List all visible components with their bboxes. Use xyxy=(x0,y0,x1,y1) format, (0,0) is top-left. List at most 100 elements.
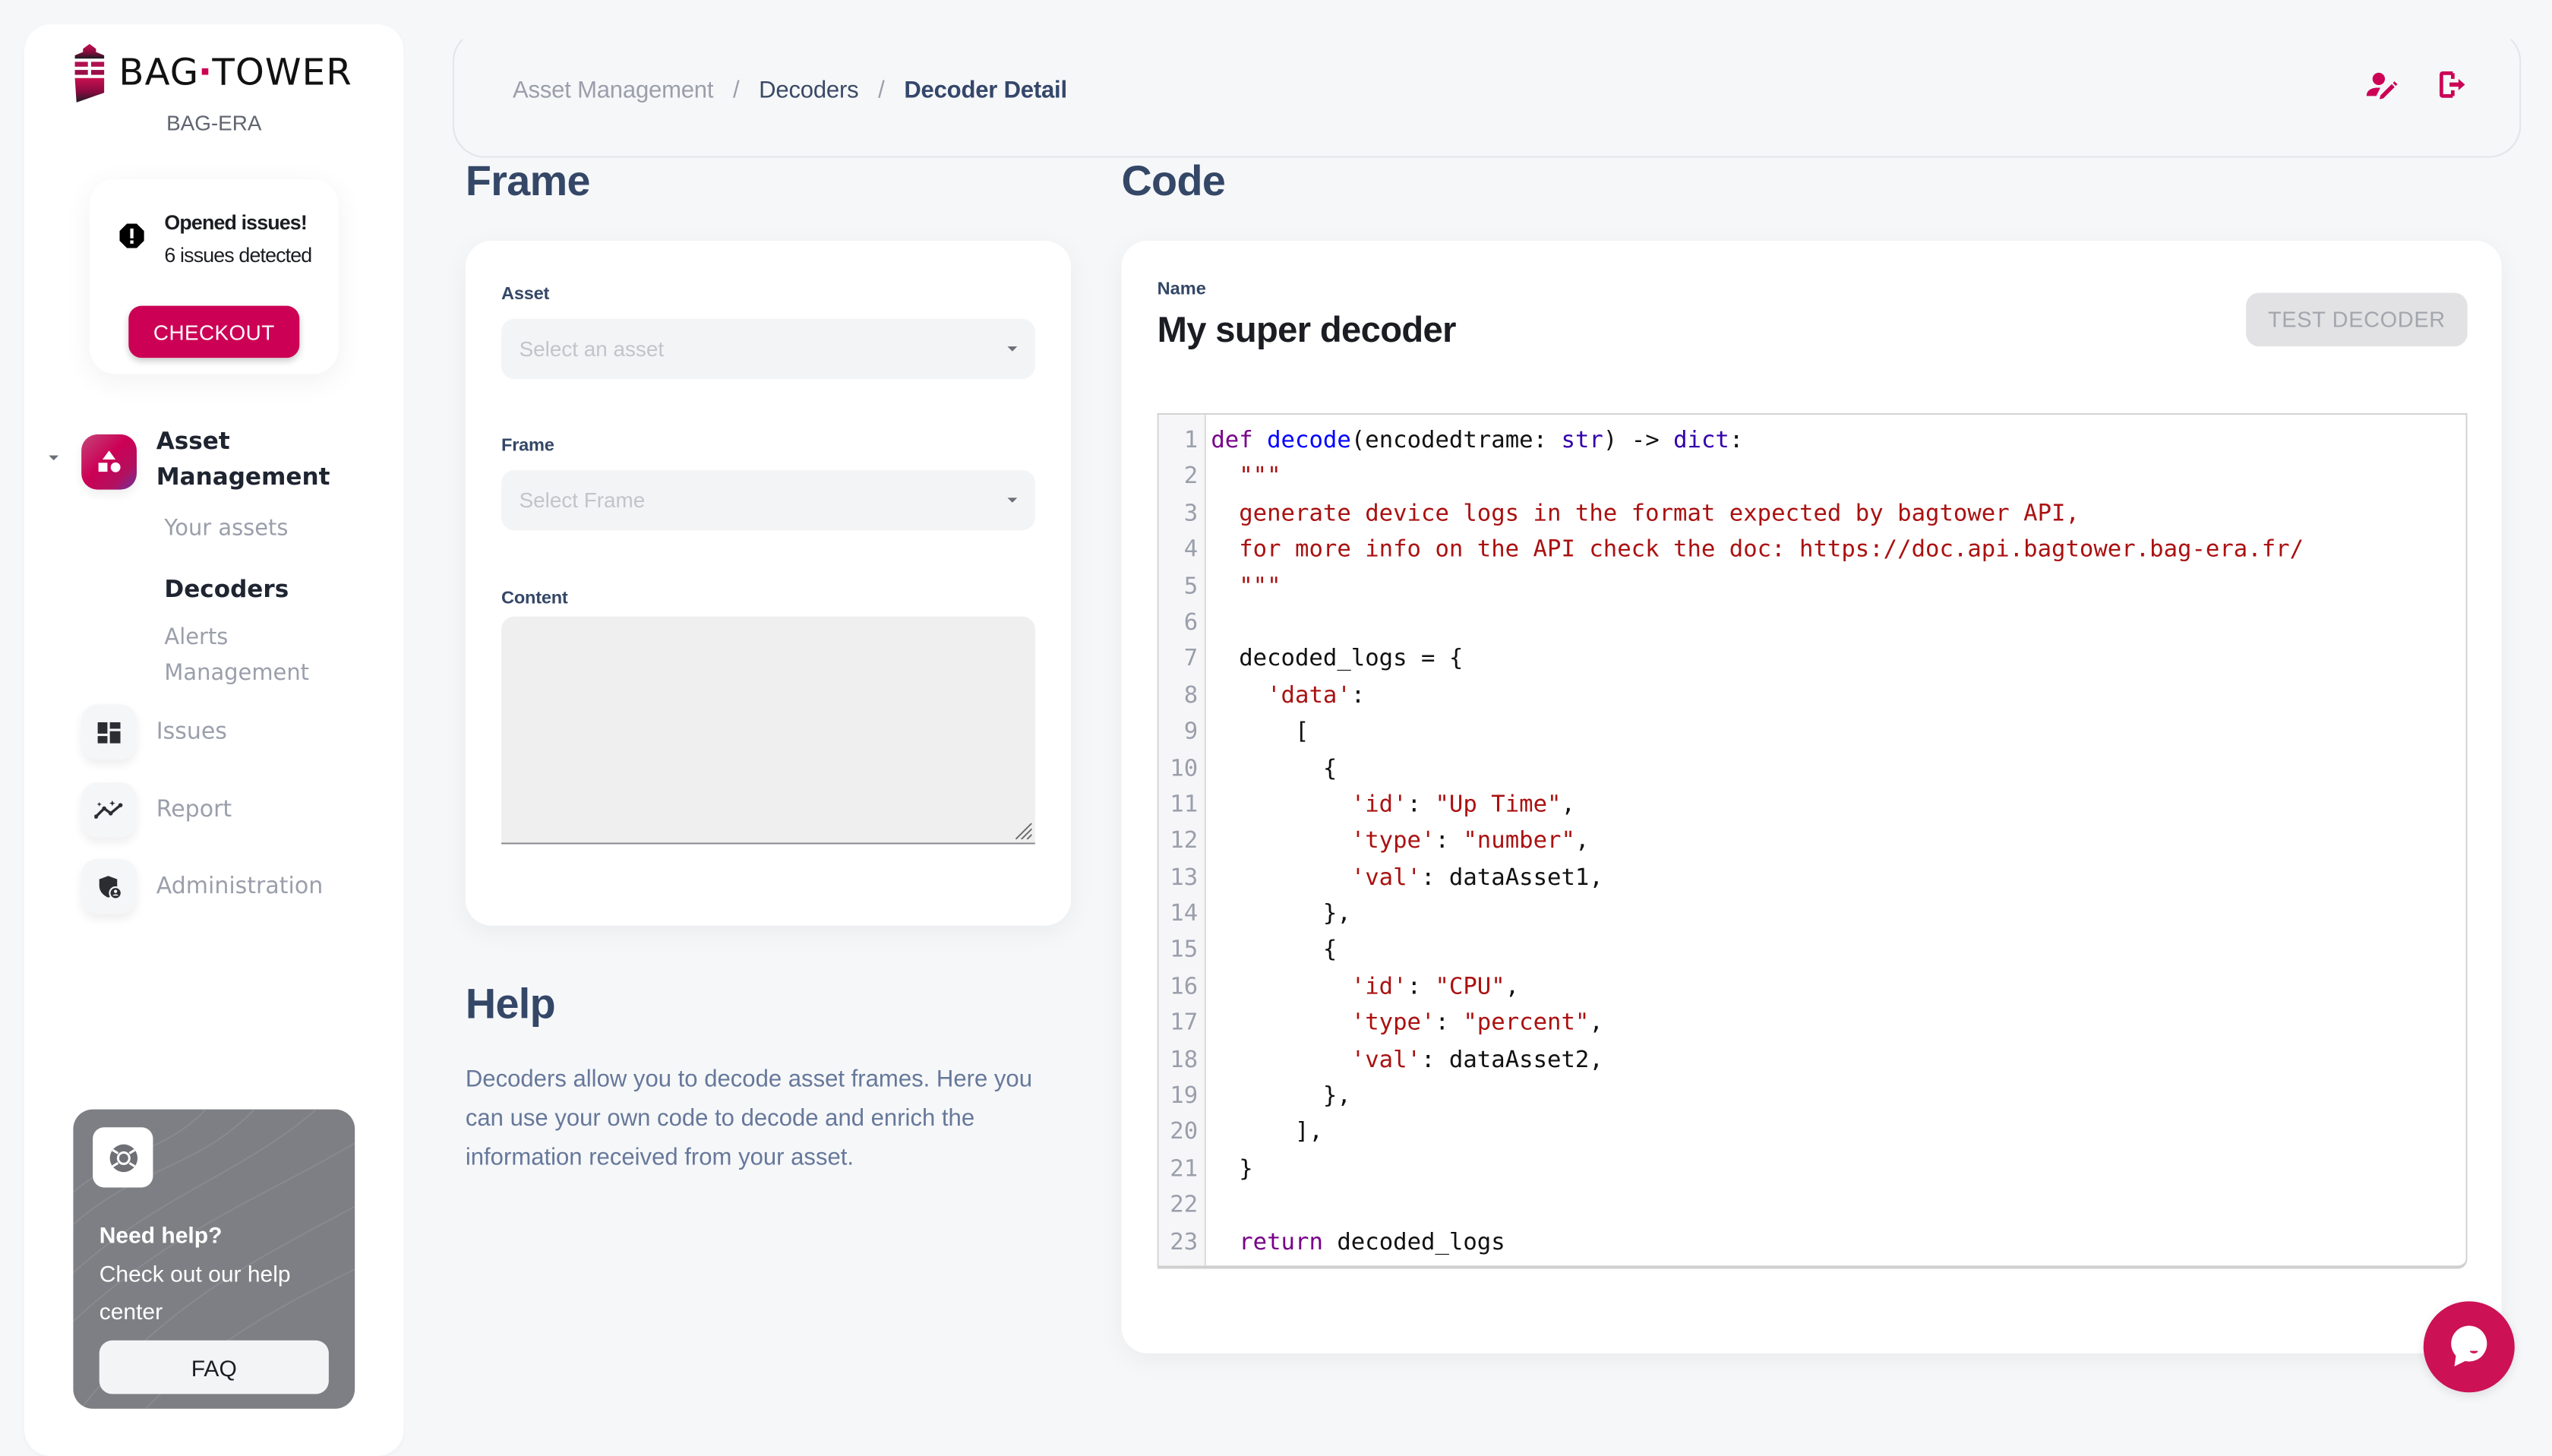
line-number: 5 xyxy=(1183,573,1199,600)
code-line[interactable]: 2 """ xyxy=(1159,460,2466,496)
code-line[interactable]: 7 decoded_logs = { xyxy=(1159,642,2466,678)
chat-widget-button[interactable] xyxy=(2423,1301,2515,1393)
code-line[interactable]: 21 } xyxy=(1159,1151,2466,1188)
code-line[interactable]: 6 xyxy=(1159,605,2466,642)
breadcrumb: Asset Management / Decoders / Decoder De… xyxy=(513,78,1067,104)
frame-section-title: Frame xyxy=(465,156,591,205)
sidebar-item-issues-label: Issues xyxy=(156,719,227,745)
breadcrumb-decoder-detail: Decoder Detail xyxy=(904,77,1067,105)
code-line[interactable]: 19 }, xyxy=(1159,1079,2466,1115)
sidebar-item-administration[interactable]: Administration xyxy=(81,858,324,914)
brand-wordmark: BAG TOWER xyxy=(118,52,352,95)
logout-button[interactable] xyxy=(2435,67,2471,103)
sidebar-subitem-alerts-management[interactable]: Alerts Management xyxy=(164,620,327,691)
code-line[interactable]: 3 generate device logs in the format exp… xyxy=(1159,496,2466,532)
code-token: }, xyxy=(1211,1083,1351,1110)
code-token: { xyxy=(1211,755,1338,782)
code-token: , xyxy=(1589,1010,1603,1037)
line-number: 13 xyxy=(1170,864,1199,891)
breadcrumb-decoders[interactable]: Decoders xyxy=(759,78,859,104)
code-line[interactable]: 11 'id': "Up Time", xyxy=(1159,787,2466,823)
sidebar-item-issues[interactable]: Issues xyxy=(81,704,227,760)
faq-button[interactable]: FAQ xyxy=(99,1340,329,1394)
resize-handle-icon[interactable] xyxy=(1015,823,1032,840)
line-number: 2 xyxy=(1183,464,1199,491)
help-center-card: Need help? Check out our help center FAQ xyxy=(73,1109,355,1409)
line-number: 17 xyxy=(1170,1010,1199,1037)
frame-select-placeholder: Select Frame xyxy=(519,488,646,513)
code-line[interactable]: 1 def decode(encodedtrame: str) -> dict: xyxy=(1159,423,2466,460)
code-editor[interactable]: 1 def decode(encodedtrame: str) -> dict: 2… xyxy=(1157,412,2468,1269)
sidebar-item-administration-label: Administration xyxy=(156,873,324,900)
line-content: { xyxy=(1198,933,1337,969)
content-textarea[interactable] xyxy=(501,616,1035,845)
alert-octagon-icon xyxy=(119,223,144,248)
line-number: 10 xyxy=(1170,755,1199,782)
code-line[interactable]: 23 return decoded_logs xyxy=(1159,1224,2466,1261)
decoder-name[interactable]: My super decoder xyxy=(1158,309,1457,352)
code-token-str: 'id' xyxy=(1350,791,1407,819)
code-line[interactable]: 13 'val': dataAsset1, xyxy=(1159,860,2466,896)
line-number: 3 xyxy=(1183,501,1199,527)
code-line[interactable]: 18 'val': dataAsset2, xyxy=(1159,1042,2466,1079)
code-token: : xyxy=(1435,828,1464,855)
code-token-str: 'type' xyxy=(1350,828,1436,855)
code-token-str: for more info on the API check the doc: … xyxy=(1239,537,2304,564)
line-number: 19 xyxy=(1170,1083,1199,1110)
code-token-def: decode xyxy=(1267,428,1351,454)
user-edit-icon xyxy=(2366,72,2398,99)
line-number: 18 xyxy=(1170,1047,1199,1073)
code-token-str: 'type' xyxy=(1350,1010,1436,1037)
chevron-down-icon xyxy=(1007,497,1018,503)
test-decoder-button[interactable]: TEST DECODER xyxy=(2246,292,2468,347)
code-line[interactable]: 8 'data': xyxy=(1159,678,2466,715)
code-line[interactable]: 12 'type': "number", xyxy=(1159,823,2466,860)
decoder-name-label: Name xyxy=(1157,280,1206,300)
sidebar-subitem-decoders[interactable]: Decoders xyxy=(164,573,289,608)
code-token: ) -> xyxy=(1603,428,1674,454)
insights-icon xyxy=(81,782,137,838)
code-line[interactable]: 16 'id': "CPU", xyxy=(1159,969,2466,1006)
asset-field-label: Asset xyxy=(501,284,550,305)
code-token: , xyxy=(1561,791,1575,819)
chat-bubble-icon xyxy=(2451,1325,2487,1367)
code-line[interactable]: 9 [ xyxy=(1159,714,2466,750)
brand-logo[interactable]: BAG TOWER xyxy=(73,41,358,106)
code-token-str: 'id' xyxy=(1350,974,1407,1000)
line-number: 6 xyxy=(1183,610,1199,636)
sidebar-item-asset-management-label[interactable]: Asset Management xyxy=(156,425,352,496)
code-line[interactable]: 15 { xyxy=(1159,933,2466,969)
code-line[interactable]: 14 }, xyxy=(1159,896,2466,933)
checkout-button[interactable]: CHECKOUT xyxy=(128,305,300,358)
frame-field-label: Frame xyxy=(501,435,554,456)
help-card-subtitle: Check out our help center xyxy=(99,1260,291,1325)
code-line[interactable]: 5 """ xyxy=(1159,569,2466,605)
sidebar-item-asset-management[interactable] xyxy=(81,434,137,490)
code-line[interactable]: 20 ], xyxy=(1159,1115,2466,1151)
code-token: : xyxy=(1407,974,1436,1000)
line-content xyxy=(1198,605,1211,642)
code-line[interactable]: 4 for more info on the API check the doc… xyxy=(1159,532,2466,569)
code-line[interactable]: 10 { xyxy=(1159,750,2466,787)
code-line[interactable]: 22 xyxy=(1159,1188,2466,1224)
sidebar-item-report[interactable]: Report xyxy=(81,782,232,838)
asset-select[interactable]: Select an asset xyxy=(501,318,1035,380)
code-token: (encodedtrame: xyxy=(1350,428,1562,454)
code-line[interactable]: 17 'type': "percent", xyxy=(1159,1006,2466,1042)
frame-select[interactable]: Select Frame xyxy=(501,469,1035,531)
line-number: 14 xyxy=(1170,901,1199,927)
collapse-caret-icon[interactable] xyxy=(49,455,59,461)
sidebar-subitem-your-assets[interactable]: Your assets xyxy=(164,510,288,546)
help-section-title: Help xyxy=(465,979,556,1028)
line-content: return decoded_logs xyxy=(1198,1224,1505,1261)
breadcrumb-asset-management[interactable]: Asset Management xyxy=(513,78,713,104)
line-number: 21 xyxy=(1170,1156,1199,1183)
line-number: 9 xyxy=(1183,719,1199,746)
code-section-title: Code xyxy=(1121,156,1226,205)
logout-icon xyxy=(2439,71,2465,98)
code-token: }, xyxy=(1211,901,1351,927)
edit-profile-button[interactable] xyxy=(2365,68,2401,104)
